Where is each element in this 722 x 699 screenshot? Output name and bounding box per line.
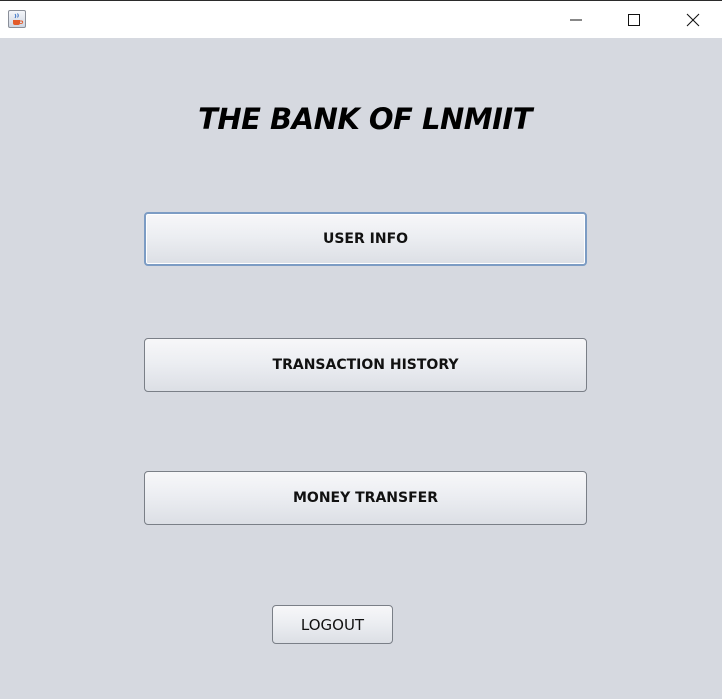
close-icon [686,13,700,26]
window-titlebar[interactable] [0,0,722,38]
maximize-icon [628,13,640,26]
logout-button[interactable]: LOGOUT [272,605,393,644]
minimize-icon [570,19,582,20]
user-info-button-label: USER INFO [322,231,409,247]
java-cup-icon [8,10,26,28]
money-transfer-button[interactable]: MONEY TRANSFER [144,471,587,525]
logout-button-label: LOGOUT [300,615,365,634]
page-title: THE BANK OF LNMIIT [198,102,532,136]
user-info-button[interactable]: USER INFO [144,212,587,266]
transaction-history-button-label: TRANSACTION HISTORY [272,357,459,373]
minimize-button[interactable] [547,1,605,38]
transaction-history-button[interactable]: TRANSACTION HISTORY [144,338,587,392]
close-button[interactable] [664,1,722,38]
main-panel: THE BANK OF LNMIIT USER INFO TRANSACTION… [0,38,722,699]
money-transfer-button-label: MONEY TRANSFER [293,490,438,506]
maximize-button[interactable] [605,1,663,38]
